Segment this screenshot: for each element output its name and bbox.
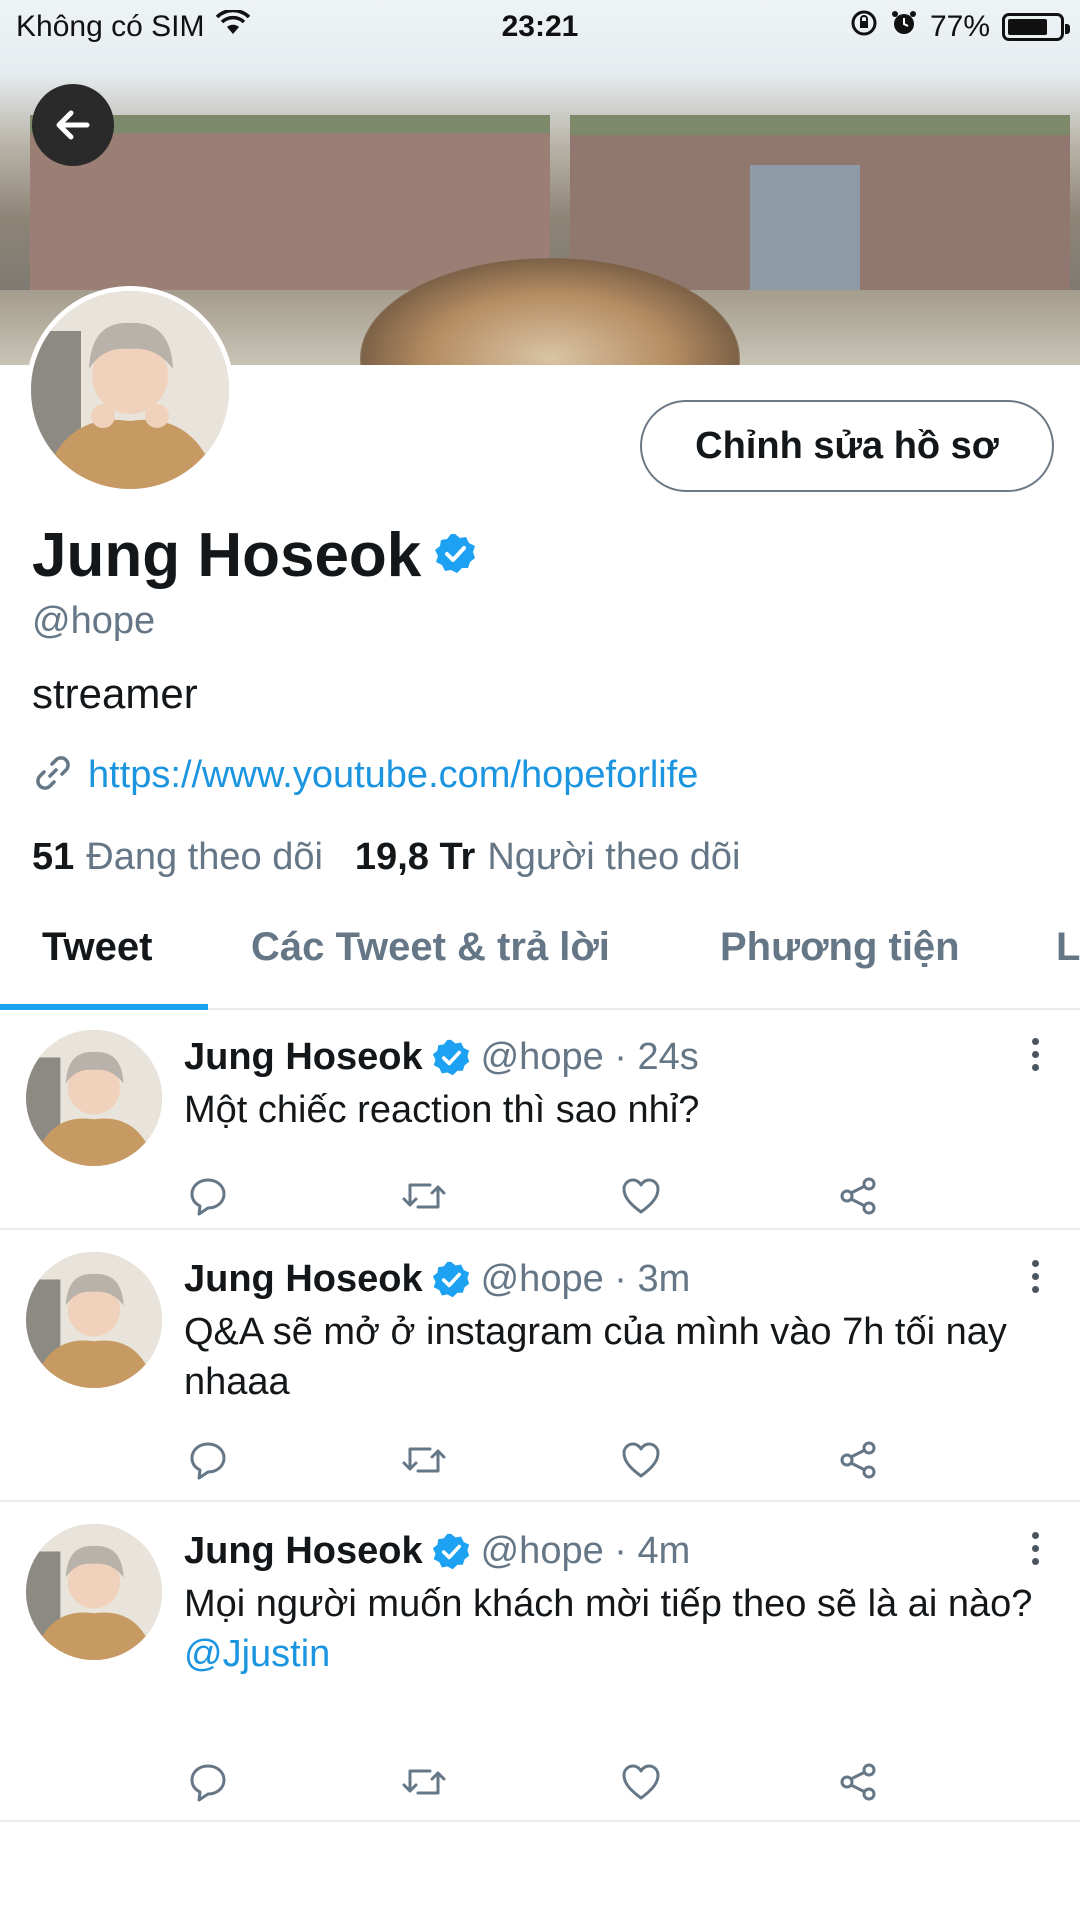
carrier-label: Không có SIM: [16, 10, 205, 43]
tweet[interactable]: Jung Hoseok @hope · 4m Mọi người muốn kh…: [0, 1504, 1080, 1822]
profile-name: Jung Hoseok: [32, 520, 477, 591]
verified-badge-icon: [431, 1532, 471, 1572]
followers-label[interactable]: Người theo dõi: [487, 836, 740, 879]
profile-link[interactable]: https://www.youtube.com/hopeforlife: [32, 752, 698, 799]
profile-stats: 51 Đang theo dõi 19,8 Tr Người theo dõi: [32, 836, 773, 879]
more-vertical-icon[interactable]: [1028, 1038, 1042, 1071]
tab-likes[interactable]: L: [1056, 925, 1080, 970]
battery-icon: [1002, 13, 1070, 41]
tweet-text-body: Mọi người muốn khách mời tiếp theo sẽ là…: [184, 1583, 1033, 1625]
profile-avatar[interactable]: [26, 286, 234, 494]
tweet-header: Jung Hoseok @hope · 3m: [184, 1258, 690, 1301]
share-icon[interactable]: [834, 1172, 882, 1220]
profile-bio: streamer: [32, 670, 198, 717]
tweet-text: Mọi người muốn khách mời tiếp theo sẽ là…: [184, 1579, 1044, 1679]
tweet[interactable]: Jung Hoseok @hope · 3m Q&A sẽ mở ở insta…: [0, 1232, 1080, 1502]
retweet-icon[interactable]: [400, 1758, 448, 1806]
tweet-text: Một chiếc reaction thì sao nhỉ?: [184, 1089, 700, 1131]
more-vertical-icon[interactable]: [1028, 1260, 1042, 1293]
reply-icon[interactable]: [184, 1172, 232, 1220]
retweet-icon[interactable]: [400, 1436, 448, 1484]
back-arrow-icon: [56, 110, 90, 140]
tab-tweets-and-replies[interactable]: Các Tweet & trả lời: [251, 925, 610, 970]
tweet-meta: @hope · 3m: [480, 1258, 691, 1300]
status-bar: Không có SIM 23:21 77%: [0, 0, 1080, 54]
more-vertical-icon[interactable]: [1028, 1532, 1042, 1565]
following-count[interactable]: 51: [32, 836, 74, 879]
verified-badge-icon: [433, 520, 477, 591]
orientation-lock-icon: [850, 9, 878, 45]
tweet-mention[interactable]: @Jjustin: [184, 1629, 1044, 1679]
followers-count[interactable]: 19,8 Tr: [355, 836, 475, 879]
wifi-icon: [216, 8, 251, 44]
tweet[interactable]: Jung Hoseok @hope · 24s Một chiếc reacti…: [0, 1010, 1080, 1230]
alarm-icon: [890, 9, 918, 45]
tweet-header: Jung Hoseok @hope · 4m: [184, 1530, 690, 1573]
share-icon[interactable]: [834, 1758, 882, 1806]
tweet-author[interactable]: Jung Hoseok: [184, 1036, 423, 1079]
back-button[interactable]: [32, 84, 114, 166]
avatar[interactable]: [26, 1524, 162, 1660]
retweet-icon[interactable]: [400, 1172, 448, 1220]
edit-profile-button[interactable]: Chỉnh sửa hồ sơ: [640, 400, 1054, 492]
avatar[interactable]: [26, 1252, 162, 1388]
battery-percent: 77%: [929, 10, 990, 43]
profile-name-text: Jung Hoseok: [32, 521, 422, 590]
profile-tabs: Tweet Các Tweet & trả lời Phương tiện L: [0, 905, 1080, 1010]
like-icon[interactable]: [617, 1436, 665, 1484]
tweet-author[interactable]: Jung Hoseok: [184, 1258, 423, 1301]
reply-icon[interactable]: [184, 1436, 232, 1484]
link-icon: [32, 752, 74, 799]
battery-level: [1008, 19, 1047, 35]
tweet-author[interactable]: Jung Hoseok: [184, 1530, 423, 1573]
profile-handle: @hope: [32, 600, 156, 642]
following-label[interactable]: Đang theo dõi: [86, 836, 323, 879]
tweet-meta: @hope · 24s: [480, 1036, 699, 1078]
avatar[interactable]: [26, 1030, 162, 1166]
tweet-meta: @hope · 4m: [480, 1530, 691, 1572]
like-icon[interactable]: [617, 1758, 665, 1806]
share-icon[interactable]: [834, 1436, 882, 1484]
tweet-text: Q&A sẽ mở ở instagram của mình vào 7h tố…: [184, 1311, 1007, 1403]
tweet-header: Jung Hoseok @hope · 24s: [184, 1036, 699, 1079]
verified-badge-icon: [431, 1038, 471, 1078]
profile-link-text[interactable]: https://www.youtube.com/hopeforlife: [88, 754, 698, 797]
reply-icon[interactable]: [184, 1758, 232, 1806]
tweet-actions: [184, 1758, 904, 1806]
tweet-actions: [184, 1172, 904, 1220]
verified-badge-icon: [431, 1260, 471, 1300]
tab-media[interactable]: Phương tiện: [720, 925, 960, 970]
like-icon[interactable]: [617, 1172, 665, 1220]
tab-tweets[interactable]: Tweet: [42, 925, 152, 970]
tweet-actions: [184, 1436, 904, 1484]
